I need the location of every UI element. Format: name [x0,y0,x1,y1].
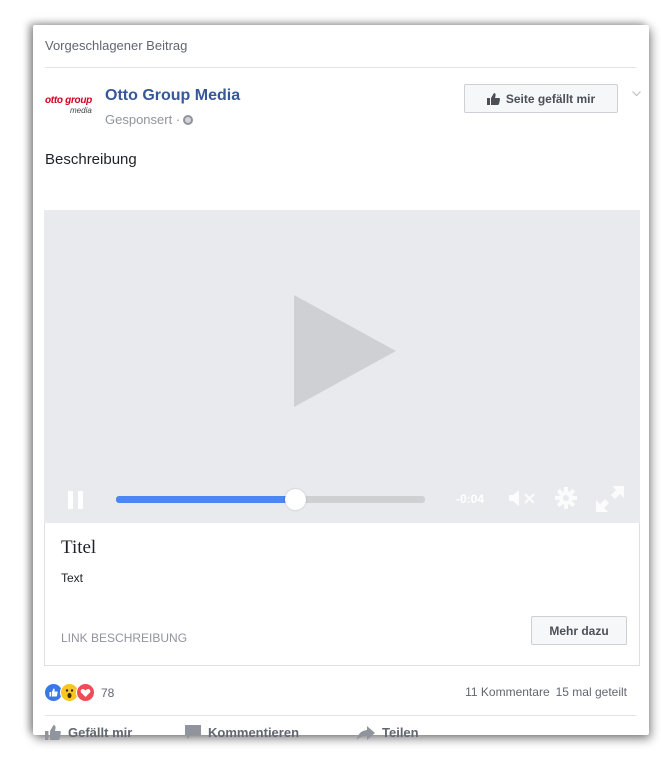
reaction-count: 78 [101,685,115,700]
share-button[interactable]: Teilen [357,725,419,740]
post-description: Beschreibung [45,151,137,168]
sponsored-text: Gesponsert · [105,112,181,127]
gear-icon[interactable] [554,486,578,510]
comment-button-label: Kommentieren [208,725,300,740]
sponsored-post-card: Vorgeschlagener Beitrag otto group media… [33,25,649,740]
link-description: LINK BESCHREIBUNG [61,631,188,645]
video-progress-fill [116,496,296,503]
time-remaining: -0:04 [456,492,485,506]
like-button[interactable]: Gefällt mir [45,725,145,740]
globe-icon [183,114,194,125]
shares-count-link[interactable]: 15 mal geteilt [556,685,627,699]
play-icon[interactable] [294,295,396,407]
learn-more-button[interactable]: Mehr dazu [531,616,627,645]
video-scrubber-handle[interactable] [285,489,307,510]
thumbs-up-icon [45,725,61,740]
attachment-title[interactable]: Titel [61,537,96,559]
like-page-button[interactable]: Seite gefällt mir [464,84,618,113]
post-stats: 11 Kommentare 15 mal geteilt [465,685,627,699]
pause-icon[interactable] [68,491,84,509]
suggested-post-label: Vorgeschlagener Beitrag [45,38,188,53]
love-reaction-icon [76,683,95,702]
post-actions-bar: Gefällt mir Kommentieren Teilen [45,725,419,740]
video-progress-bar[interactable] [116,489,425,510]
comment-button[interactable]: Kommentieren [185,725,357,740]
like-button-label: Gefällt mir [68,725,133,740]
fullscreen-icon[interactable] [596,486,624,512]
link-attachment[interactable]: Titel Text LINK BESCHREIBUNG Mehr dazu [44,523,640,666]
header-divider [45,67,637,68]
logo-wordmark: otto group [45,95,92,106]
thumbs-up-icon [486,92,500,105]
page-name-link[interactable]: Otto Group Media [105,87,240,105]
reactions-summary[interactable]: 78 [44,683,114,702]
page-logo[interactable]: otto group media [45,95,97,119]
sponsored-label: Gesponsert · [105,112,194,127]
like-page-label: Seite gefällt mir [505,91,596,106]
share-button-label: Teilen [382,725,419,740]
comment-icon [185,725,201,739]
logo-subtitle: media [70,106,92,115]
attachment-text: Text [61,571,84,585]
chevron-down-icon[interactable] [632,89,641,98]
mute-icon[interactable] [509,489,539,507]
share-arrow-icon [357,725,375,740]
comments-count-link[interactable]: 11 Kommentare [465,685,550,699]
actions-divider [45,715,637,716]
video-player[interactable]: -0:04 [44,210,640,523]
